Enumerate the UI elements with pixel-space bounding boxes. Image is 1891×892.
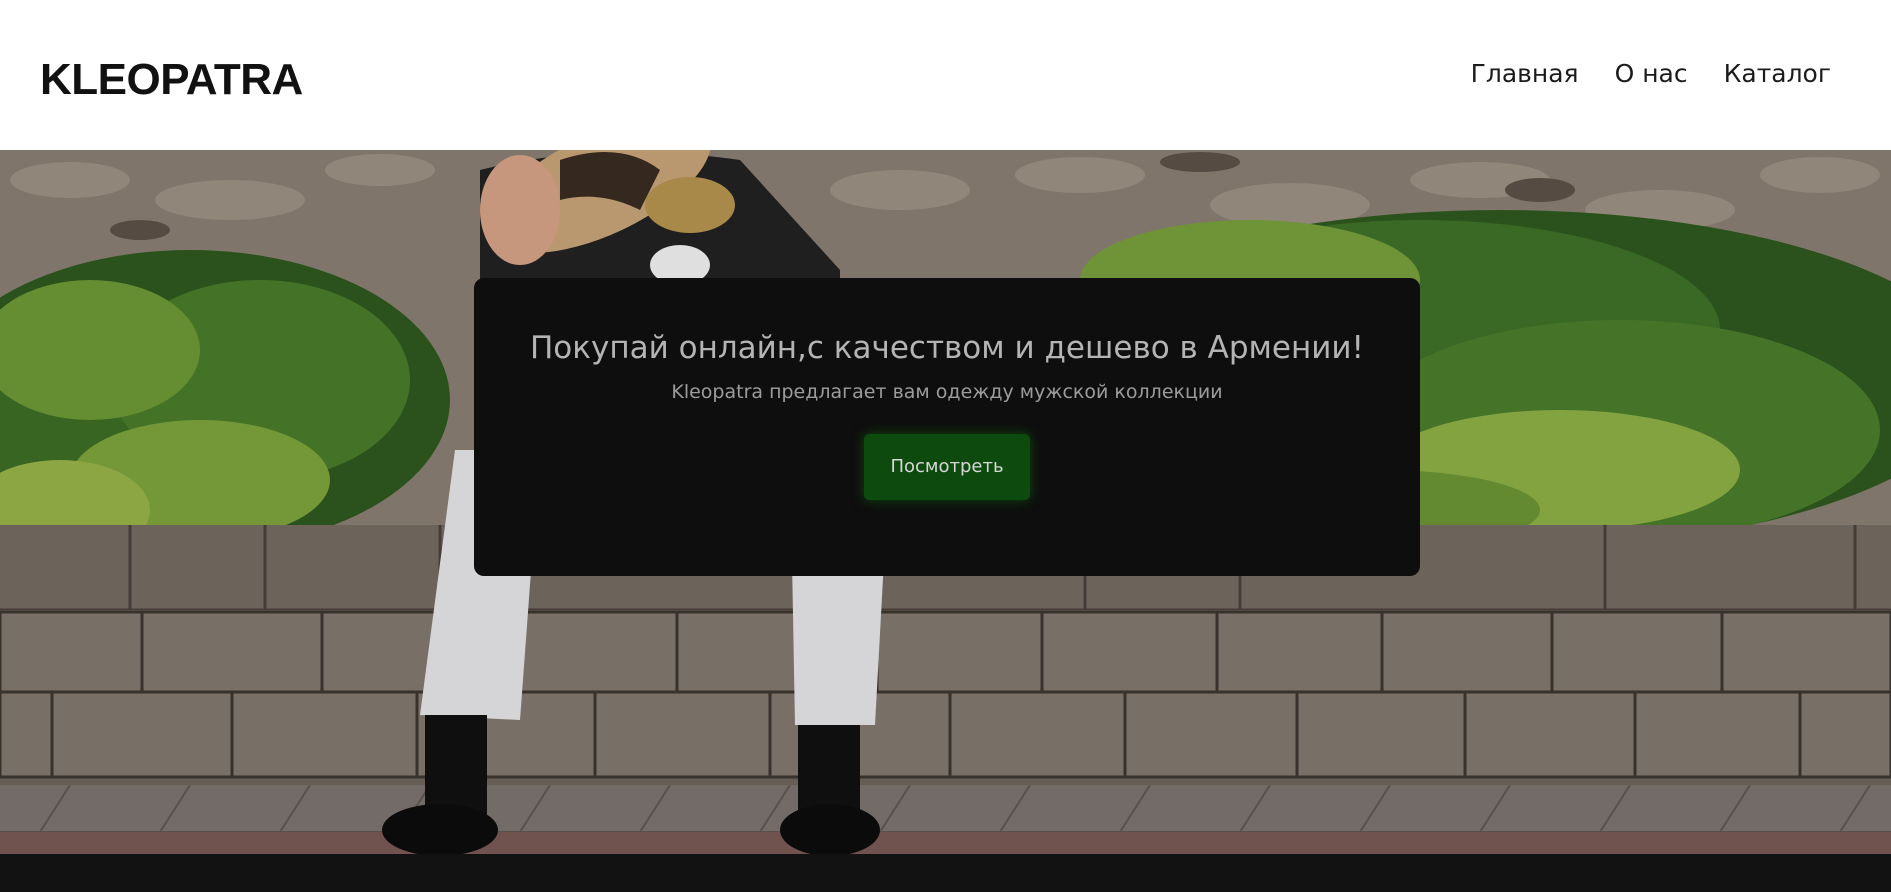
hero-promo-card: Покупай онлайн,с качеством и дешево в Ар… <box>474 278 1420 576</box>
nav-link-about[interactable]: О нас <box>1615 54 1688 94</box>
nav-link-home[interactable]: Главная <box>1471 54 1579 94</box>
view-button[interactable]: Посмотреть <box>864 434 1030 500</box>
site-header: KLEOPATRA Главная О нас Каталог <box>0 0 1891 150</box>
site-logo[interactable]: KLEOPATRA <box>40 50 303 110</box>
footer-strip <box>0 854 1891 892</box>
main-nav: Главная О нас Каталог <box>1471 54 1831 94</box>
hero-section: Покупай онлайн,с качеством и дешево в Ар… <box>0 150 1891 854</box>
hero-title: Покупай онлайн,с качеством и дешево в Ар… <box>529 330 1364 366</box>
nav-link-catalog[interactable]: Каталог <box>1724 54 1831 94</box>
hero-subtitle: Kleopatra предлагает вам одежду мужской … <box>671 381 1223 403</box>
